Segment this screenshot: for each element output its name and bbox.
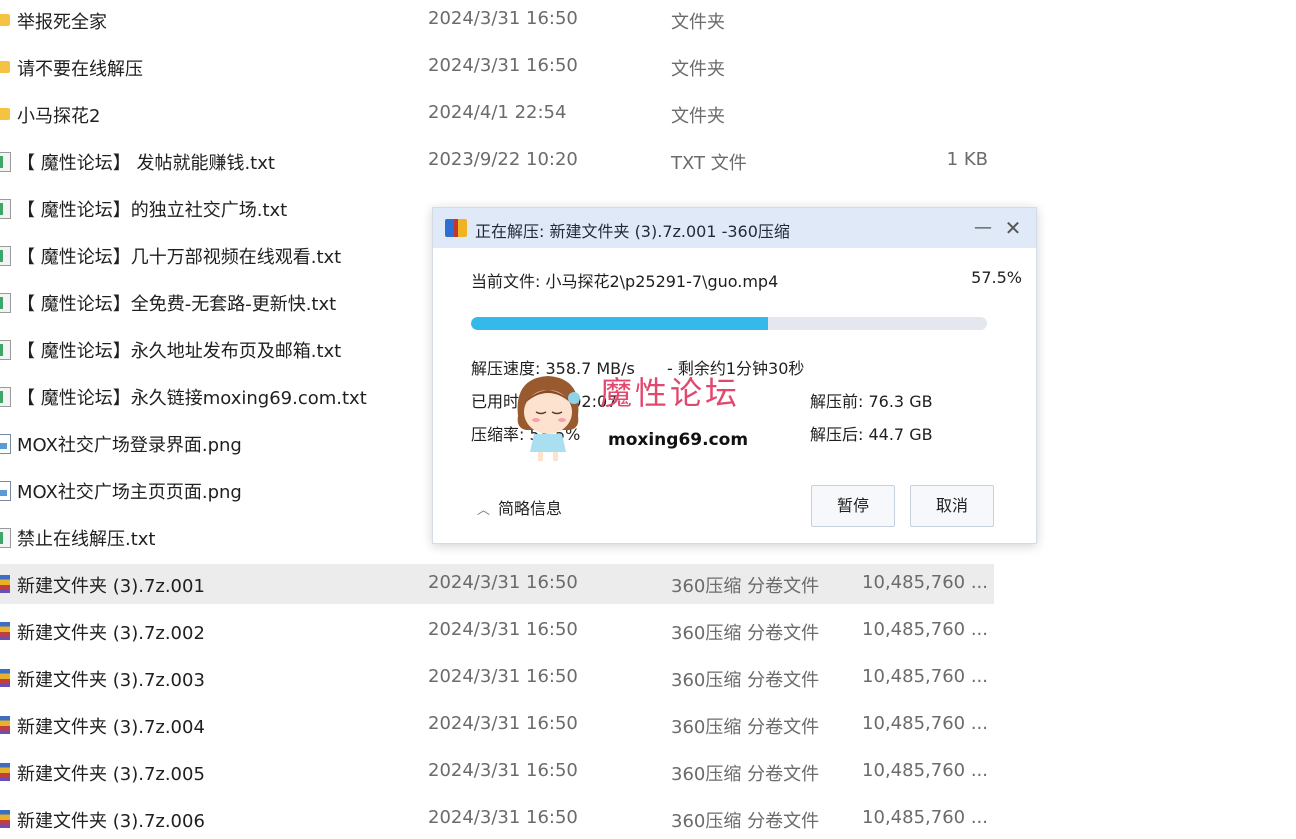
cancel-button[interactable]: 取消 [910, 485, 994, 527]
progress-bar-fill [471, 317, 768, 330]
file-row[interactable]: 小马探花2 2024/4/1 22:54 文件夹 [0, 94, 994, 134]
chevron-up-icon: ︿ [477, 503, 491, 518]
file-row[interactable]: 新建文件夹 (3).7z.003 2024/3/31 16:50 360压缩 分卷文… [0, 658, 994, 698]
txt-file-icon [0, 152, 11, 172]
size-after: 解压后: 44.7 GB [810, 425, 933, 444]
file-date: 2024/3/31 16:50 [428, 666, 578, 687]
file-date: 2024/3/31 16:50 [428, 760, 578, 781]
file-name: 新建文件夹 (3).7z.004 [17, 717, 205, 738]
file-name: 新建文件夹 (3).7z.006 [17, 811, 205, 832]
file-name: 新建文件夹 (3).7z.003 [17, 670, 205, 691]
file-date: 2024/3/31 16:50 [428, 807, 578, 828]
txt-file-icon [0, 340, 11, 360]
folder-icon [0, 61, 10, 73]
file-name: MOX社交广场登录界面.png [17, 435, 242, 456]
file-name: MOX社交广场主页页面.png [17, 482, 242, 503]
file-size: 1 KB [946, 149, 988, 170]
file-date: 2024/4/1 22:54 [428, 102, 567, 123]
pause-button[interactable]: 暂停 [811, 485, 895, 527]
file-row[interactable]: 请不要在线解压 2024/3/31 16:50 文件夹 [0, 47, 994, 87]
file-date: 2024/3/31 16:50 [428, 619, 578, 640]
txt-file-icon [0, 387, 11, 407]
file-row[interactable]: 举报死全家 2024/3/31 16:50 文件夹 [0, 0, 994, 40]
archive-icon [0, 763, 10, 781]
file-type: 360压缩 分卷文件 [671, 717, 820, 738]
archive-icon [0, 810, 10, 828]
file-date: 2023/9/22 10:20 [428, 149, 578, 170]
minimize-button[interactable]: — [971, 216, 995, 240]
file-size: 10,485,760 ... [862, 713, 988, 734]
file-name: 新建文件夹 (3).7z.002 [17, 623, 205, 644]
file-type: 360压缩 分卷文件 [671, 811, 820, 832]
watermark-text: 魔性论坛 [600, 374, 741, 412]
dialog-title: 正在解压: 新建文件夹 (3).7z.001 -360压缩 [475, 222, 790, 241]
file-size: 10,485,760 ... [862, 807, 988, 828]
file-name: 【 魔性论坛】全免费-无套路-更新快.txt [17, 294, 337, 315]
file-row[interactable]: 新建文件夹 (3).7z.001 2024/3/31 16:50 360压缩 分卷文… [0, 564, 994, 604]
file-date: 2024/3/31 16:50 [428, 713, 578, 734]
file-type: 360压缩 分卷文件 [671, 764, 820, 785]
file-row[interactable]: 新建文件夹 (3).7z.005 2024/3/31 16:50 360压缩 分卷文… [0, 752, 994, 792]
file-name: 【 魔性论坛】的独立社交广场.txt [17, 200, 288, 221]
file-name: 举报死全家 [17, 12, 107, 33]
file-row[interactable]: 新建文件夹 (3).7z.004 2024/3/31 16:50 360压缩 分卷文… [0, 705, 994, 745]
txt-file-icon [0, 528, 11, 548]
file-name: 新建文件夹 (3).7z.005 [17, 764, 205, 785]
file-type: 360压缩 分卷文件 [671, 576, 820, 597]
360zip-app-icon [445, 219, 467, 237]
dialog-titlebar[interactable]: 正在解压: 新建文件夹 (3).7z.001 -360压缩 — ✕ [433, 208, 1036, 248]
file-type: 360压缩 分卷文件 [671, 670, 820, 691]
watermark-url: moxing69.com [608, 430, 749, 450]
file-type: 文件夹 [671, 12, 725, 33]
file-date: 2024/3/31 16:50 [428, 8, 578, 29]
txt-file-icon [0, 246, 11, 266]
file-name: 新建文件夹 (3).7z.001 [17, 576, 205, 597]
file-size: 10,485,760 ... [862, 572, 988, 593]
mascot-girl-icon [517, 376, 580, 461]
file-name: 【 魔性论坛】永久链接moxing69.com.txt [17, 388, 367, 409]
archive-icon [0, 575, 10, 593]
extract-progress-dialog: 正在解压: 新建文件夹 (3).7z.001 -360压缩 — ✕ 当前文件: … [432, 207, 1037, 544]
file-row[interactable]: 新建文件夹 (3).7z.006 2024/3/31 16:50 360压缩 分卷文… [0, 799, 994, 839]
file-name: 【 魔性论坛】几十万部视频在线观看.txt [17, 247, 342, 268]
file-row[interactable]: 【 魔性论坛】 发帖就能赚钱.txt 2023/9/22 10:20 TXT 文件 1… [0, 141, 994, 181]
file-name: 小马探花2 [17, 106, 101, 127]
file-date: 2024/3/31 16:50 [428, 572, 578, 593]
folder-icon [0, 108, 10, 120]
txt-file-icon [0, 293, 11, 313]
current-file-label: 当前文件: 小马探花2\p25291-7\guo.mp4 [471, 272, 779, 291]
file-type: 360压缩 分卷文件 [671, 623, 820, 644]
archive-icon [0, 669, 10, 687]
progress-bar [471, 317, 987, 330]
file-name: 【 魔性论坛】永久地址发布页及邮箱.txt [17, 341, 342, 362]
txt-file-icon [0, 199, 11, 219]
file-size: 10,485,760 ... [862, 666, 988, 687]
file-name: 禁止在线解压.txt [17, 529, 156, 550]
watermark-logo: 魔性论坛 moxing69.com [508, 368, 768, 461]
file-type: TXT 文件 [671, 153, 747, 174]
close-button[interactable]: ✕ [1001, 216, 1025, 240]
file-date: 2024/3/31 16:50 [428, 55, 578, 76]
file-type: 文件夹 [671, 59, 725, 80]
png-file-icon [0, 434, 11, 454]
brief-info-label: 简略信息 [498, 499, 563, 518]
file-name: 请不要在线解压 [17, 59, 143, 80]
png-file-icon [0, 481, 11, 501]
archive-icon [0, 622, 10, 640]
progress-percent: 57.5% [971, 268, 1022, 287]
brief-info-toggle[interactable]: ︿ 简略信息 [477, 495, 562, 519]
file-row[interactable]: 新建文件夹 (3).7z.002 2024/3/31 16:50 360压缩 分卷文… [0, 611, 994, 651]
archive-icon [0, 716, 10, 734]
folder-icon [0, 14, 10, 26]
size-before: 解压前: 76.3 GB [810, 392, 933, 411]
file-size: 10,485,760 ... [862, 760, 988, 781]
file-type: 文件夹 [671, 106, 725, 127]
file-size: 10,485,760 ... [862, 619, 988, 640]
file-name: 【 魔性论坛】 发帖就能赚钱.txt [17, 153, 275, 174]
